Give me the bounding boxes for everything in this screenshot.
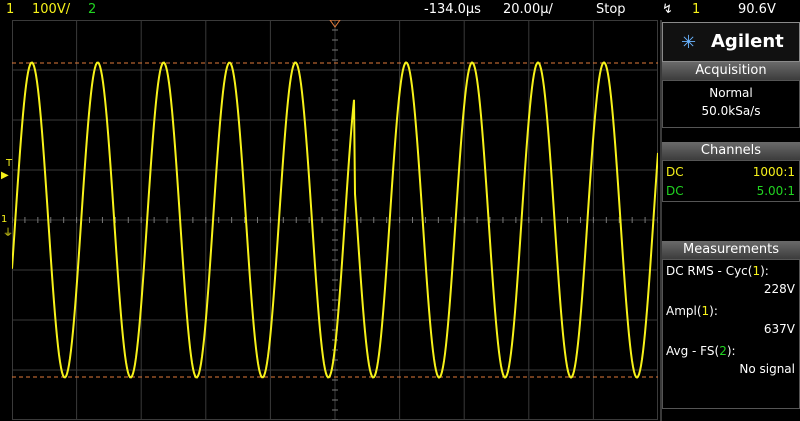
ch2-number[interactable]: 2 [88, 2, 96, 18]
side-panel: ✳ Agilent Acquisition Normal 50.0kSa/s C… [660, 20, 800, 421]
brand-name: Agilent [711, 31, 784, 52]
time-offset[interactable]: -134.0µs [424, 2, 481, 18]
ch1-scale[interactable]: 100V/ [32, 2, 70, 18]
channels-section: DC 1000:1 DC 5.00:1 [662, 160, 800, 202]
measurement-value: 228V [763, 282, 795, 296]
trigger-arrow-icon: ▶ [1, 170, 9, 181]
measurement-value: 637V [763, 322, 795, 336]
agilent-spark-icon: ✳ [681, 32, 697, 53]
trigger-channel[interactable]: 1 [692, 2, 700, 18]
trigger-level-marker[interactable]: T [6, 158, 12, 169]
ch1-coupling: DC [666, 165, 684, 179]
measurement-label: Avg - FS(2): [666, 344, 736, 358]
graticule-grid [12, 20, 658, 420]
measurements-header[interactable]: Measurements [662, 241, 800, 259]
measurement-label: Ampl(1): [666, 304, 718, 318]
acquisition-mode: Normal [709, 86, 753, 100]
ch1-probe-ratio: 1000:1 [752, 165, 795, 179]
acquisition-header[interactable]: Acquisition [662, 62, 800, 80]
measurement-value: No signal [739, 362, 795, 376]
measurement-label: DC RMS - Cyc(1): [666, 264, 769, 278]
time-scale[interactable]: 20.00µ/ [503, 2, 553, 18]
measurements-section: DC RMS - Cyc(1): 228V Ampl(1): 637V Avg … [662, 259, 800, 409]
ch1-number[interactable]: 1 [6, 2, 14, 18]
run-state[interactable]: Stop [596, 2, 626, 18]
ch2-probe-ratio: 5.00:1 [756, 184, 795, 198]
ch2-coupling: DC [666, 184, 684, 198]
waveform-display[interactable] [12, 20, 658, 420]
acquisition-section: Normal 50.0kSa/s [662, 80, 800, 128]
brand-logo: ✳ Agilent [662, 22, 800, 62]
trigger-level[interactable]: 90.6V [738, 2, 776, 18]
ground-icon: ⏚ [3, 228, 13, 239]
trigger-edge-icon: ↯ [662, 2, 673, 17]
channels-header[interactable]: Channels [662, 142, 800, 160]
status-bar: 1 100V/ 2 -134.0µs 20.00µ/ Stop ↯ 1 90.6… [0, 0, 800, 20]
sample-rate: 50.0kSa/s [701, 104, 761, 118]
scope-graticule [12, 20, 658, 420]
